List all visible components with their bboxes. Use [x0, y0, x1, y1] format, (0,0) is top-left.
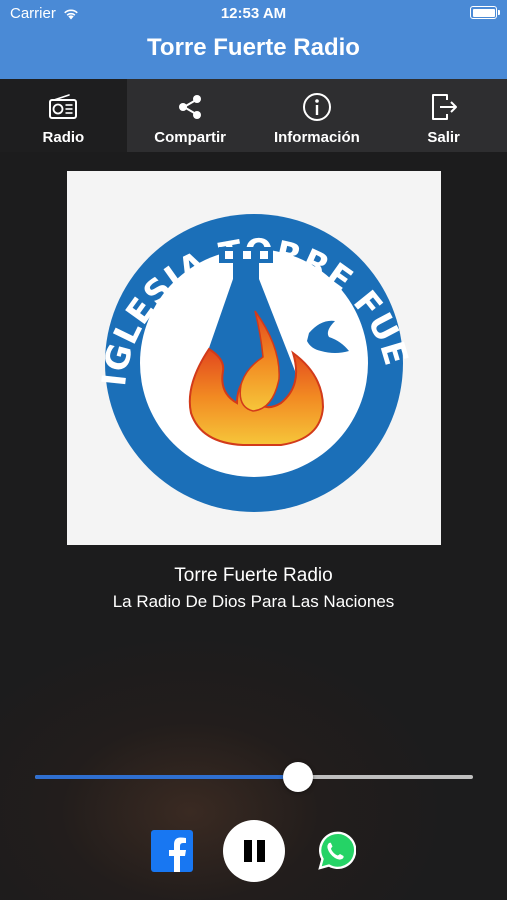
- church-logo-image: IGLESIA TORRE FUERTE: [55, 140, 415, 512]
- tab-salir[interactable]: Salir: [380, 79, 507, 152]
- radio-icon: [49, 94, 78, 119]
- tab-radio[interactable]: Radio: [0, 79, 127, 152]
- status-bar: Carrier 12:53 AM: [0, 0, 507, 28]
- volume-thumb[interactable]: [282, 762, 313, 792]
- whatsapp-button[interactable]: [314, 830, 357, 872]
- tab-radio-label: Radio: [42, 129, 85, 146]
- volume-slider[interactable]: [35, 762, 473, 792]
- station-slogan: La Radio De Dios Para Las Naciones: [112, 592, 395, 611]
- facebook-icon: [151, 830, 193, 872]
- station-name: Torre Fuerte Radio: [174, 565, 333, 586]
- tab-informacion-label: Información: [273, 129, 360, 146]
- whatsapp-icon: [318, 831, 357, 870]
- tab-compartir-label: Compartir: [154, 129, 226, 146]
- station-logo: IGLESIA TORRE FUERTE: [55, 140, 441, 545]
- facebook-button[interactable]: [151, 830, 193, 872]
- page-title: Torre Fuerte Radio: [147, 34, 360, 61]
- pause-button[interactable]: [223, 820, 285, 882]
- exit-icon: [431, 94, 457, 120]
- share-icon: [179, 95, 202, 119]
- battery-icon: [470, 6, 500, 19]
- tab-bar: Radio Compartir Información Salir: [0, 79, 507, 152]
- tab-compartir[interactable]: Compartir: [127, 79, 254, 152]
- tab-salir-label: Salir: [427, 129, 460, 146]
- app-header: Carrier 12:53 AM Torre Fuerte Radio: [0, 0, 507, 79]
- info-icon: [302, 93, 331, 121]
- status-time: 12:53 AM: [220, 5, 287, 22]
- pause-icon: [243, 840, 252, 862]
- volume-fill: [35, 775, 298, 779]
- tab-informacion[interactable]: Información: [254, 79, 381, 152]
